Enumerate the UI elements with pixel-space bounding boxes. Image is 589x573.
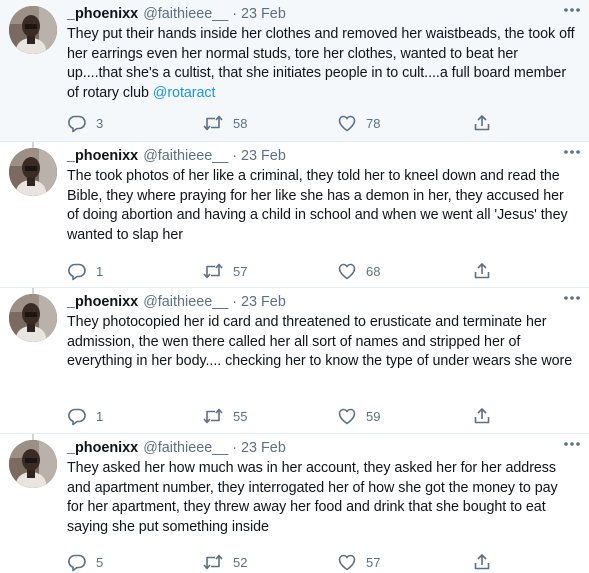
tweet-body: The took photos of her like a criminal, …	[67, 168, 568, 243]
avatar[interactable]	[9, 148, 57, 196]
retweet-icon	[203, 408, 223, 424]
retweet-button[interactable]: 57	[202, 261, 247, 281]
tweet-text: They put their hands inside her clothes …	[67, 25, 581, 103]
tweet-body: They asked her how much was in her accou…	[67, 460, 558, 535]
tweet-content: _phoenixx @faithieee__ · 23 Feb They ask…	[67, 439, 581, 537]
more-icon	[564, 150, 580, 154]
retweet-icon	[203, 263, 223, 279]
tweet-header: _phoenixx @faithieee__ · 23 Feb	[67, 147, 581, 166]
like-icon	[338, 115, 356, 132]
share-button[interactable]	[472, 552, 492, 572]
retweet-icon	[203, 115, 223, 131]
avatar[interactable]	[9, 294, 57, 342]
tweet-content: _phoenixx @faithieee__ · 23 Feb The took…	[67, 147, 581, 245]
author-handle[interactable]: @faithieee__	[143, 147, 228, 166]
tweet-header: _phoenixx @faithieee__ · 23 Feb	[67, 293, 581, 312]
mention-link[interactable]: @rotaract	[153, 85, 216, 101]
tweet-content: _phoenixx @faithieee__ · 23 Feb They pho…	[67, 293, 581, 372]
more-button[interactable]	[561, 436, 583, 452]
like-icon	[338, 554, 356, 571]
retweet-count: 55	[233, 408, 248, 424]
more-button[interactable]	[561, 2, 583, 18]
retweet-button[interactable]: 55	[202, 406, 247, 426]
more-icon	[564, 8, 580, 12]
share-icon	[474, 263, 490, 279]
author-handle[interactable]: @faithieee__	[143, 293, 228, 312]
retweet-count: 57	[233, 263, 248, 279]
avatar[interactable]	[9, 440, 57, 488]
tweet-actions: 1 57 68	[67, 261, 497, 281]
reply-count: 1	[96, 408, 104, 424]
reply-button[interactable]: 5	[67, 552, 103, 572]
reply-button[interactable]: 3	[67, 113, 103, 133]
tweet-body: They photocopied her id card and threate…	[67, 314, 573, 369]
author-handle[interactable]: @faithieee__	[143, 439, 228, 458]
reply-count: 1	[96, 263, 104, 279]
more-icon	[564, 442, 580, 446]
avatar[interactable]	[9, 6, 57, 54]
share-button[interactable]	[472, 113, 492, 133]
tweet-actions: 1 55 59	[67, 406, 497, 426]
tweet-date[interactable]: 23 Feb	[241, 293, 286, 312]
like-count: 68	[366, 263, 381, 279]
reply-count: 5	[96, 554, 104, 570]
tweet[interactable]: _phoenixx @faithieee__ · 23 Feb The took…	[0, 142, 589, 288]
retweet-button[interactable]: 52	[202, 552, 247, 572]
author-name[interactable]: _phoenixx	[67, 147, 138, 166]
tweet-header: _phoenixx @faithieee__ · 23 Feb	[67, 439, 581, 458]
like-count: 57	[366, 554, 381, 570]
author-name[interactable]: _phoenixx	[67, 293, 138, 312]
author-handle[interactable]: @faithieee__	[143, 5, 228, 24]
retweet-icon	[203, 554, 223, 570]
reply-icon	[68, 554, 86, 572]
tweet-date[interactable]: 23 Feb	[241, 5, 286, 24]
reply-button[interactable]: 1	[67, 406, 103, 426]
tweet-content: _phoenixx @faithieee__ · 23 Feb They put…	[67, 5, 581, 103]
author-name[interactable]: _phoenixx	[67, 5, 138, 24]
retweet-count: 58	[233, 115, 248, 131]
like-button[interactable]: 68	[337, 261, 380, 281]
tweet[interactable]: _phoenixx @faithieee__ · 23 Feb They ask…	[0, 434, 589, 573]
tweet-actions: 3 58 78	[67, 113, 497, 133]
share-icon	[474, 554, 490, 570]
reply-icon	[68, 408, 86, 426]
like-count: 78	[366, 115, 381, 131]
tweet[interactable]: _phoenixx @faithieee__ · 23 Feb They pho…	[0, 288, 589, 434]
tweet-text: The took photos of her like a criminal, …	[67, 167, 581, 245]
share-icon	[474, 115, 490, 131]
tweet-date[interactable]: 23 Feb	[241, 439, 286, 458]
tweet-date[interactable]: 23 Feb	[241, 147, 286, 166]
tweet-actions: 5 52 57	[67, 552, 497, 572]
tweet[interactable]: _phoenixx @faithieee__ · 23 Feb They put…	[0, 0, 589, 142]
like-count: 59	[366, 408, 381, 424]
tweet-thread: _phoenixx @faithieee__ · 23 Feb They put…	[0, 0, 589, 573]
separator-dot: ·	[232, 294, 238, 310]
like-button[interactable]: 57	[337, 552, 380, 572]
share-button[interactable]	[472, 406, 492, 426]
tweet-text: They asked her how much was in her accou…	[67, 459, 581, 537]
like-button[interactable]: 78	[337, 113, 380, 133]
separator-dot: ·	[232, 148, 238, 164]
author-name[interactable]: _phoenixx	[67, 439, 138, 458]
share-icon	[474, 408, 490, 424]
tweet-text: They photocopied her id card and threate…	[67, 313, 581, 372]
separator-dot: ·	[232, 440, 238, 456]
more-button[interactable]	[561, 290, 583, 306]
reply-icon	[68, 115, 86, 133]
reply-button[interactable]: 1	[67, 261, 103, 281]
share-button[interactable]	[472, 261, 492, 281]
like-icon	[338, 263, 356, 280]
more-button[interactable]	[561, 144, 583, 160]
like-button[interactable]: 59	[337, 406, 380, 426]
tweet-body: They put their hands inside her clothes …	[67, 26, 575, 101]
retweet-count: 52	[233, 554, 248, 570]
like-icon	[338, 408, 356, 425]
retweet-button[interactable]: 58	[202, 113, 247, 133]
separator-dot: ·	[232, 6, 238, 22]
reply-icon	[68, 263, 86, 281]
more-icon	[564, 296, 580, 300]
tweet-header: _phoenixx @faithieee__ · 23 Feb	[67, 5, 581, 24]
reply-count: 3	[96, 115, 104, 131]
